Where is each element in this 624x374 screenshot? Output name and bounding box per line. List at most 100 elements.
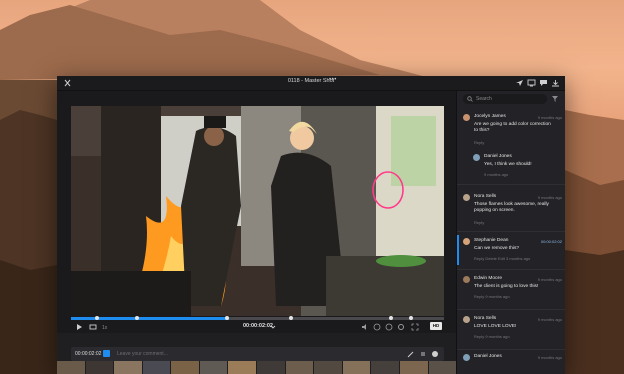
comment-author: Edwin Moore <box>474 276 502 281</box>
comment-reply[interactable]: Daniel Jones Yes, I think we should! 9 m… <box>457 154 565 188</box>
loop-icon[interactable] <box>89 323 97 331</box>
compare-icon[interactable] <box>385 323 393 331</box>
reply-link[interactable]: Reply 9 months ago <box>474 334 510 339</box>
filmstrip-thumb[interactable] <box>371 361 399 374</box>
download-icon[interactable] <box>551 79 560 87</box>
comments-icon[interactable] <box>539 79 548 87</box>
comment-marker[interactable] <box>389 316 393 320</box>
timecode-checkbox[interactable] <box>103 350 110 357</box>
divider <box>457 269 565 270</box>
avatar <box>473 154 480 161</box>
comment-text: Those flames look awesome, really poppin… <box>474 202 549 214</box>
comment-author: Stephanie Dean <box>474 238 509 243</box>
filmstrip <box>57 361 457 374</box>
comment-item-selected[interactable]: Stephanie Dean 00:00:02:02 Can we remove… <box>457 238 565 266</box>
comment-text: Can we remove this? <box>474 246 520 251</box>
comment-text: The client is going to love this! <box>474 284 539 289</box>
comment-time: 9 months ago <box>537 277 562 282</box>
filmstrip-thumb[interactable] <box>342 361 371 374</box>
avatar <box>463 238 470 245</box>
reply-link[interactable]: Reply <box>474 140 484 145</box>
filmstrip-thumb[interactable] <box>199 361 228 374</box>
divider <box>457 349 565 350</box>
comment-text: LOVE LOVE LOVE! <box>474 324 517 329</box>
display-icon[interactable] <box>527 79 536 87</box>
avatar <box>463 276 470 283</box>
avatar <box>463 316 470 323</box>
hd-badge[interactable]: HD <box>430 322 442 330</box>
comment-time: 9 months ago <box>537 195 562 200</box>
comment-item[interactable]: Nora Sells 9 months ago LOVE LOVE LOVE! … <box>457 316 565 346</box>
comment-time: 9 months ago <box>537 317 562 322</box>
comment-time: 9 months ago <box>537 115 562 120</box>
comment-item[interactable]: Jocelyn James 9 months ago Are we going … <box>457 114 565 154</box>
avatar <box>463 354 470 361</box>
comment-time: 9 months ago <box>484 172 509 177</box>
fullscreen-icon[interactable] <box>411 323 419 331</box>
comment-composer: 00:00:02:02 Leave your comment... <box>71 347 444 361</box>
comment-item[interactable]: Daniel Jones 9 months ago <box>457 354 565 374</box>
comments-panel: Search Jocelyn James 9 months ago Are we… <box>456 91 565 374</box>
player-controls: 1x 00:00:02:02 HD <box>71 321 444 333</box>
comment-author: Nora Sells <box>474 316 497 321</box>
settings-icon[interactable] <box>397 323 405 331</box>
filmstrip-thumb[interactable] <box>171 361 199 374</box>
reply-link[interactable]: Reply 9 months ago <box>474 294 510 299</box>
play-icon[interactable] <box>75 323 83 331</box>
speed-icon[interactable]: 1x <box>101 323 109 331</box>
comment-author: Daniel Jones <box>484 154 512 159</box>
comment-marker[interactable] <box>95 316 99 320</box>
timeline-scrubber[interactable] <box>71 316 444 320</box>
video-frame[interactable] <box>71 106 444 316</box>
comment-text: Are we going to add color correction to … <box>474 122 551 134</box>
chevron-down-icon[interactable] <box>269 323 277 331</box>
search-input[interactable]: Search <box>463 94 547 104</box>
comment-marker[interactable] <box>409 316 413 320</box>
filter-icon[interactable] <box>551 95 559 103</box>
comment-timecode[interactable]: 00:00:02:02 <box>541 239 562 244</box>
playhead[interactable] <box>225 316 229 320</box>
title-bar: 0118 - Master Shot ••• <box>57 76 565 91</box>
search-icon <box>467 96 473 102</box>
more-options-icon[interactable]: ••• <box>329 77 337 83</box>
filmstrip-thumb[interactable] <box>257 361 285 374</box>
review-window: 0118 - Master Shot ••• 1x 00:00:02:02 HD… <box>57 76 565 374</box>
video-player: 1x 00:00:02:02 HD 00:00:02:02 Leave your… <box>57 91 456 361</box>
search-placeholder: Search <box>476 96 492 102</box>
filmstrip-thumb[interactable] <box>85 361 114 374</box>
comment-marker[interactable] <box>135 316 139 320</box>
attachment-icon[interactable] <box>419 350 427 358</box>
filmstrip-thumb[interactable] <box>428 361 457 374</box>
avatar <box>463 194 470 201</box>
filmstrip-thumb[interactable] <box>142 361 171 374</box>
volume-icon[interactable] <box>361 323 369 331</box>
filmstrip-thumb[interactable] <box>114 361 142 374</box>
divider <box>457 184 565 185</box>
comment-actions[interactable]: Reply Delete Edit 3 months ago <box>474 256 530 261</box>
comment-author: Jocelyn James <box>474 114 506 119</box>
comment-marker[interactable] <box>289 316 293 320</box>
divider <box>457 309 565 310</box>
filmstrip-thumb[interactable] <box>228 361 257 374</box>
comment-text: Yes, I think we should! <box>484 162 532 167</box>
filmstrip-thumb[interactable] <box>399 361 428 374</box>
emoji-icon[interactable] <box>431 350 439 358</box>
filmstrip-thumb[interactable] <box>314 361 342 374</box>
pen-icon[interactable] <box>407 350 415 358</box>
filmstrip-thumb[interactable] <box>285 361 314 374</box>
comment-timecode[interactable]: 00:00:02:02 <box>75 351 101 357</box>
comment-item[interactable]: Nora Sells 9 months ago Those flames loo… <box>457 194 565 234</box>
comment-time: 9 months ago <box>537 355 562 360</box>
comment-author: Daniel Jones <box>474 354 502 359</box>
filmstrip-thumb[interactable] <box>57 361 85 374</box>
svg-text:1x: 1x <box>102 325 108 331</box>
reply-link[interactable]: Reply <box>474 220 484 225</box>
send-icon[interactable] <box>515 79 524 87</box>
comment-input[interactable]: Leave your comment... <box>117 351 168 357</box>
comment-author: Nora Sells <box>474 194 497 199</box>
avatar <box>463 114 470 121</box>
window-title: 0118 - Master Shot <box>287 78 335 84</box>
comment-item[interactable]: Edwin Moore 9 months ago The client is g… <box>457 276 565 306</box>
divider <box>457 231 565 232</box>
circle-icon[interactable] <box>373 323 381 331</box>
